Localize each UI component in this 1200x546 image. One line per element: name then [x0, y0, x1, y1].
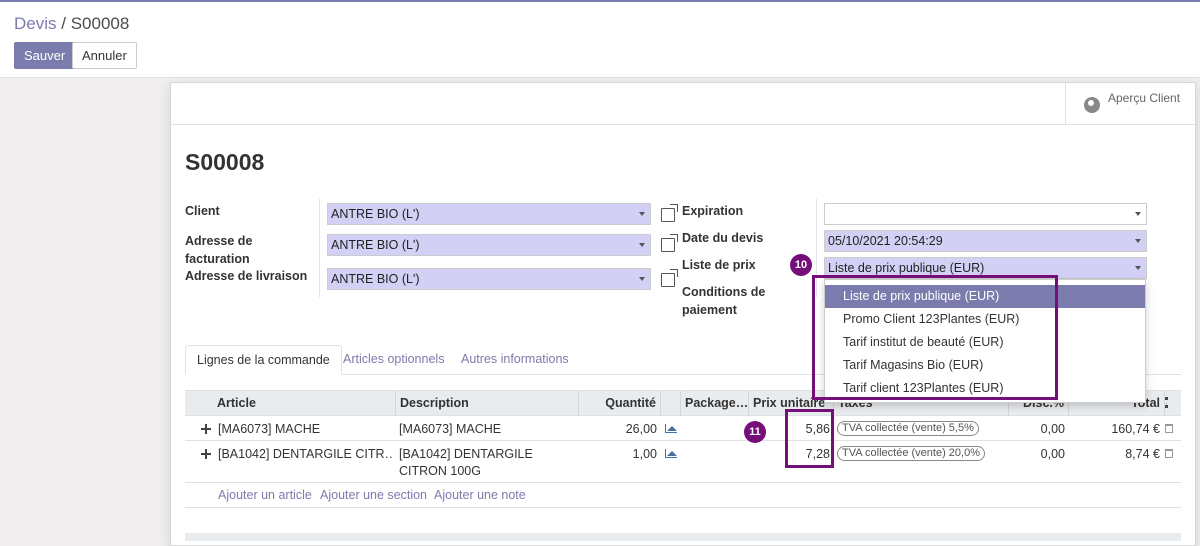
tax-tag[interactable]: TVA collectée (vente) 5,5% [837, 421, 979, 436]
external-link-icon[interactable] [661, 269, 678, 287]
customer-preview-button[interactable]: Aperçu Client [1065, 83, 1195, 125]
row-discount[interactable]: 0,00 [1008, 446, 1065, 463]
add-section-link[interactable]: Ajouter une section [320, 488, 427, 502]
column-header-packaging[interactable]: Package… [680, 391, 748, 416]
tab-optional-products[interactable]: Articles optionnels [332, 345, 455, 375]
chevron-down-icon [639, 212, 645, 216]
trash-icon[interactable] [1165, 449, 1173, 458]
add-note-link[interactable]: Ajouter une note [434, 488, 526, 502]
column-header-description[interactable]: Description [395, 391, 578, 416]
add-product-link[interactable]: Ajouter un article [218, 488, 312, 502]
row-total: 8,74 € [1125, 447, 1160, 461]
row-quantity[interactable]: 1,00 [578, 446, 657, 463]
table-footer-bar [185, 533, 1181, 541]
delivery-address-label: Adresse de livraison [185, 269, 308, 283]
quote-date-value: 05/10/2021 20:54:29 [828, 234, 943, 248]
column-header-quantity[interactable]: Quantité [578, 391, 660, 416]
row-discount[interactable]: 0,00 [1008, 421, 1065, 438]
row-description[interactable]: [MA6073] MACHE [399, 421, 577, 438]
client-label: Client [185, 204, 220, 218]
drag-handle-icon[interactable] [201, 449, 211, 459]
customer-preview-label: Aperçu Client [1108, 91, 1181, 105]
page-title: S00008 [185, 149, 265, 175]
column-header-article[interactable]: Article [213, 391, 395, 416]
annotation-badge: 10 [790, 254, 812, 276]
invoice-address-label: Adresse de facturation [185, 234, 253, 266]
expiration-label: Expiration [682, 204, 744, 218]
table-row[interactable]: [BA1042] DENTARGILE CITR… [BA1042] DENTA… [185, 441, 1181, 483]
row-quantity[interactable]: 26,00 [578, 421, 657, 438]
annotation-highlight-pricelist [812, 275, 1058, 400]
breadcrumb-separator: / [61, 14, 66, 33]
tab-other-info[interactable]: Autres informations [450, 345, 580, 375]
external-link-icon[interactable] [661, 204, 678, 222]
tax-tag[interactable]: TVA collectée (vente) 20,0% [837, 446, 985, 461]
globe-icon [1084, 97, 1100, 113]
client-value: ANTRE BIO (L') [331, 207, 420, 221]
client-select[interactable]: ANTRE BIO (L') [327, 203, 651, 225]
expiration-input[interactable] [824, 203, 1147, 225]
save-button[interactable]: Sauver [14, 42, 76, 69]
invoice-address-select[interactable]: ANTRE BIO (L') [327, 234, 651, 256]
chevron-down-icon [639, 277, 645, 281]
invoice-address-value: ANTRE BIO (L') [331, 238, 420, 252]
pricelist-value: Liste de prix publique (EUR) [828, 261, 985, 275]
cancel-button[interactable]: Annuler [72, 42, 137, 69]
breadcrumb-parent-link[interactable]: Devis [14, 14, 57, 33]
trash-icon[interactable] [1165, 424, 1173, 433]
quote-date-input[interactable]: 05/10/2021 20:54:29 [824, 230, 1147, 252]
column-header-spacer [660, 391, 680, 416]
chevron-down-icon [1135, 266, 1141, 270]
row-description[interactable]: [BA1042] DENTARGILE CITRON 100G [399, 446, 577, 480]
breadcrumb: Devis / S00008 [14, 14, 129, 34]
add-line-links: Ajouter un article Ajouter une section A… [185, 483, 1181, 508]
payment-terms-label: Conditions de paiement [682, 285, 766, 317]
breadcrumb-current: S00008 [70, 14, 130, 33]
forecast-chart-icon[interactable] [665, 424, 677, 433]
row-article[interactable]: [BA1042] DENTARGILE CITR… [218, 446, 393, 463]
delivery-address-select[interactable]: ANTRE BIO (L') [327, 268, 651, 290]
optional-columns-toggle[interactable] [1164, 391, 1181, 416]
annotation-badge: 11 [744, 421, 766, 443]
tab-order-lines[interactable]: Lignes de la commande [185, 345, 342, 375]
row-article[interactable]: [MA6073] MACHE [218, 421, 393, 438]
drag-handle-icon[interactable] [201, 424, 211, 434]
control-panel: Devis / S00008 Sauver Annuler [0, 2, 1200, 78]
quote-date-label: Date du devis [682, 231, 764, 245]
forecast-chart-icon[interactable] [665, 449, 677, 458]
chevron-down-icon [1135, 212, 1141, 216]
annotation-highlight-unit-price [785, 409, 834, 468]
button-box: Aperçu Client [171, 83, 1195, 125]
chevron-down-icon [1135, 239, 1141, 243]
field-separator [319, 199, 320, 297]
table-row[interactable]: [MA6073] MACHE [MA6073] MACHE 26,00 5,86… [185, 416, 1181, 441]
delivery-address-value: ANTRE BIO (L') [331, 272, 420, 286]
vertical-dots-icon [1165, 397, 1168, 408]
external-link-icon[interactable] [661, 234, 678, 252]
pricelist-label: Liste de prix [682, 258, 756, 272]
row-total: 160,74 € [1111, 422, 1160, 436]
chevron-down-icon [639, 243, 645, 247]
